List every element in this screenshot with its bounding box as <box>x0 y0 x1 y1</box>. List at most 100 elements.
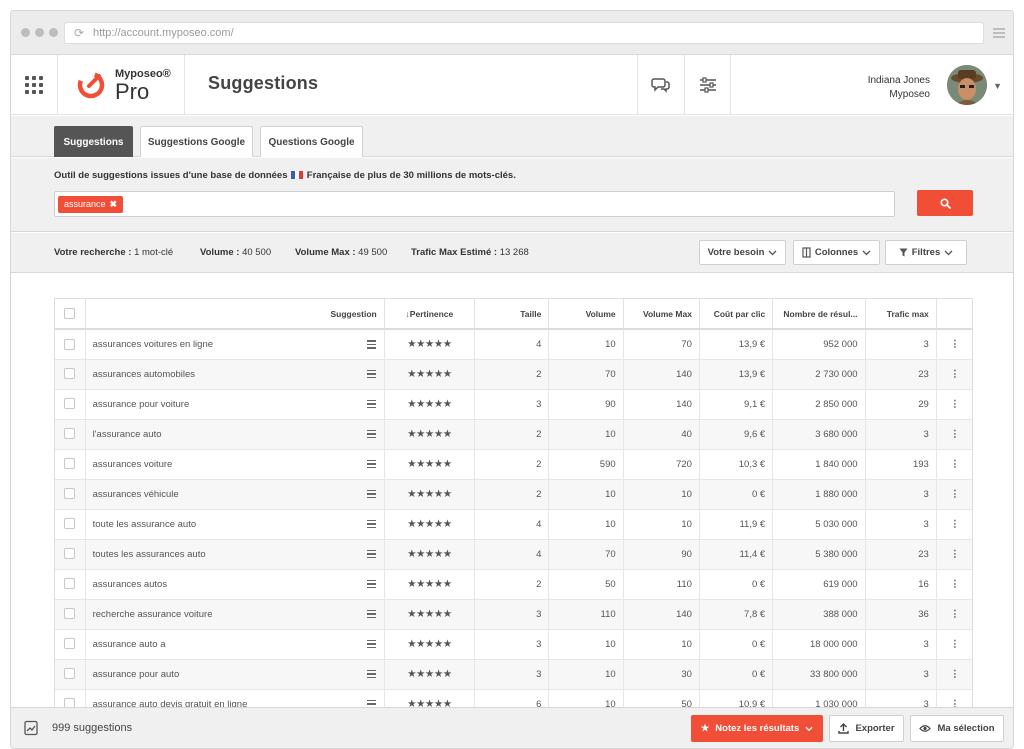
tab-suggestions[interactable]: Suggestions <box>54 126 133 157</box>
window-controls[interactable] <box>21 28 58 37</box>
votre-besoin-dropdown[interactable]: Votre besoin <box>699 240 786 265</box>
more-vert-icon[interactable]: ⋮ <box>936 419 972 450</box>
chevron-down-icon <box>805 726 813 731</box>
search-input[interactable]: assurance ✖ <box>54 191 895 217</box>
table-row[interactable]: assurance auto a ★★★★★ 3 10 10 0 €18 000 000 3… <box>55 629 972 660</box>
suggestion-cell[interactable]: assurance pour voiture <box>85 389 385 420</box>
table-row[interactable]: assurances voitures en ligne ★★★★★ 4 10 70 13… <box>55 329 972 360</box>
col-header-pertinence[interactable]: ↓Pertinence <box>384 299 476 330</box>
filtres-dropdown[interactable]: Filtres <box>885 240 967 265</box>
collapse-panel-icon[interactable] <box>23 720 39 736</box>
more-vert-icon[interactable]: ⋮ <box>936 629 972 660</box>
list-icon[interactable] <box>366 459 376 471</box>
browser-menu-icon[interactable] <box>993 28 1005 40</box>
list-icon[interactable] <box>366 429 376 441</box>
tab-questions-google[interactable]: Questions Google <box>260 126 363 157</box>
more-vert-icon[interactable]: ⋮ <box>936 599 972 630</box>
row-checkbox[interactable] <box>55 389 86 420</box>
myposeo-logo[interactable]: Myposeo® Pro <box>59 55 185 115</box>
row-checkbox[interactable] <box>55 539 86 570</box>
table-row[interactable]: assurance auto devis gratuit en ligne ★★★… <box>55 689 972 707</box>
more-vert-icon[interactable]: ⋮ <box>936 509 972 540</box>
list-icon[interactable] <box>366 609 376 621</box>
row-checkbox[interactable] <box>55 689 86 707</box>
settings-sliders-button[interactable] <box>684 55 731 115</box>
row-checkbox[interactable] <box>55 509 86 540</box>
table-row[interactable]: assurances automobiles ★★★★★ 2 70 140 13,9 €2… <box>55 359 972 390</box>
table-row[interactable]: recherche assurance voiture ★★★★★ 3 110 140 7… <box>55 599 972 630</box>
suggestion-cell[interactable]: assurances véhicule <box>85 479 385 510</box>
more-vert-icon[interactable]: ⋮ <box>936 359 972 390</box>
row-checkbox[interactable] <box>55 329 86 360</box>
colonnes-dropdown[interactable]: Colonnes <box>793 240 880 265</box>
more-vert-icon[interactable]: ⋮ <box>936 539 972 570</box>
list-icon[interactable] <box>366 369 376 381</box>
table-row[interactable]: l'assurance auto ★★★★★ 2 10 40 9,6 €3 680 000… <box>55 419 972 450</box>
table-row[interactable]: assurances voiture ★★★★★ 2 590 720 10,3 €1 84… <box>55 449 972 480</box>
list-icon[interactable] <box>366 399 376 411</box>
more-vert-icon[interactable]: ⋮ <box>936 389 972 420</box>
rate-results-button[interactable]: ★ Notez les résultats <box>691 715 823 742</box>
address-bar[interactable]: ⟳ http://account.myposeo.com/ <box>64 22 984 44</box>
search-button[interactable] <box>917 190 973 216</box>
row-checkbox[interactable] <box>55 629 86 660</box>
list-icon[interactable] <box>366 519 376 531</box>
table-row[interactable]: assurances autos ★★★★★ 2 50 110 0 €619 000 16 ⋮ <box>55 569 972 600</box>
suggestion-text: assurances automobiles <box>92 368 196 380</box>
suggestion-cell[interactable]: assurances voiture <box>85 449 385 480</box>
suggestion-cell[interactable]: assurances autos <box>85 569 385 600</box>
user-info[interactable]: Indiana Jones Myposeo <box>868 74 930 102</box>
list-icon[interactable] <box>366 579 376 591</box>
more-vert-icon[interactable]: ⋮ <box>936 569 972 600</box>
suggestion-cell[interactable]: assurances voitures en ligne <box>85 329 385 360</box>
suggestion-cell[interactable]: toutes les assurances auto <box>85 539 385 570</box>
apps-grid-button[interactable] <box>11 55 58 115</box>
table-row[interactable]: assurances véhicule ★★★★★ 2 10 10 0 €1 880 00… <box>55 479 972 510</box>
col-header-taille[interactable]: Taille <box>474 299 550 330</box>
suggestion-cell[interactable]: recherche assurance voiture <box>85 599 385 630</box>
suggestion-cell[interactable]: toute les assurance auto <box>85 509 385 540</box>
more-vert-icon[interactable]: ⋮ <box>936 479 972 510</box>
keyword-chip[interactable]: assurance ✖ <box>58 196 124 213</box>
table-row[interactable]: assurance pour auto ★★★★★ 3 10 30 0 €33 800 0… <box>55 659 972 690</box>
my-selection-button[interactable]: Ma sélection <box>910 715 1004 742</box>
list-icon[interactable] <box>366 669 376 681</box>
row-checkbox[interactable] <box>55 449 86 480</box>
list-icon[interactable] <box>366 340 376 351</box>
chat-button[interactable] <box>637 55 684 115</box>
row-checkbox[interactable] <box>55 659 86 690</box>
tab-suggestions-google[interactable]: Suggestions Google <box>140 126 253 157</box>
reload-icon[interactable]: ⟳ <box>74 23 84 43</box>
list-icon[interactable] <box>366 489 376 501</box>
select-all-checkbox[interactable] <box>55 299 86 330</box>
more-vert-icon[interactable]: ⋮ <box>936 689 972 707</box>
more-vert-icon[interactable]: ⋮ <box>936 449 972 480</box>
col-header-suggestion[interactable]: Suggestion <box>85 299 385 330</box>
row-checkbox[interactable] <box>55 569 86 600</box>
suggestion-cell[interactable]: l'assurance auto <box>85 419 385 450</box>
table-row[interactable]: assurance pour voiture ★★★★★ 3 90 140 9,1 €2 … <box>55 389 972 420</box>
col-header-trafic-max[interactable]: Trafic max <box>865 299 937 330</box>
table-row[interactable]: toutes les assurances auto ★★★★★ 4 70 90 11,4… <box>55 539 972 570</box>
more-vert-icon[interactable]: ⋮ <box>936 659 972 690</box>
export-button[interactable]: Exporter <box>829 715 904 742</box>
suggestion-cell[interactable]: assurance pour auto <box>85 659 385 690</box>
suggestion-cell[interactable]: assurance auto a <box>85 629 385 660</box>
chevron-down-icon[interactable]: ▼ <box>993 81 1002 91</box>
col-header-nombre-resultats[interactable]: Nombre de résul... <box>772 299 866 330</box>
row-checkbox[interactable] <box>55 359 86 390</box>
more-vert-icon[interactable]: ⋮ <box>936 329 972 360</box>
col-header-cout-par-clic[interactable]: Coût par clic <box>699 299 774 330</box>
suggestion-cell[interactable]: assurance auto devis gratuit en ligne <box>85 689 385 707</box>
table-row[interactable]: toute les assurance auto ★★★★★ 4 10 10 11,9 €… <box>55 509 972 540</box>
list-icon[interactable] <box>366 549 376 561</box>
avatar[interactable] <box>947 65 987 105</box>
remove-chip-icon[interactable]: ✖ <box>110 199 118 209</box>
row-checkbox[interactable] <box>55 479 86 510</box>
row-checkbox[interactable] <box>55 599 86 630</box>
col-header-volume-max[interactable]: Volume Max <box>623 299 700 330</box>
col-header-volume[interactable]: Volume <box>548 299 624 330</box>
suggestion-cell[interactable]: assurances automobiles <box>85 359 385 390</box>
row-checkbox[interactable] <box>55 419 86 450</box>
list-icon[interactable] <box>366 639 376 651</box>
